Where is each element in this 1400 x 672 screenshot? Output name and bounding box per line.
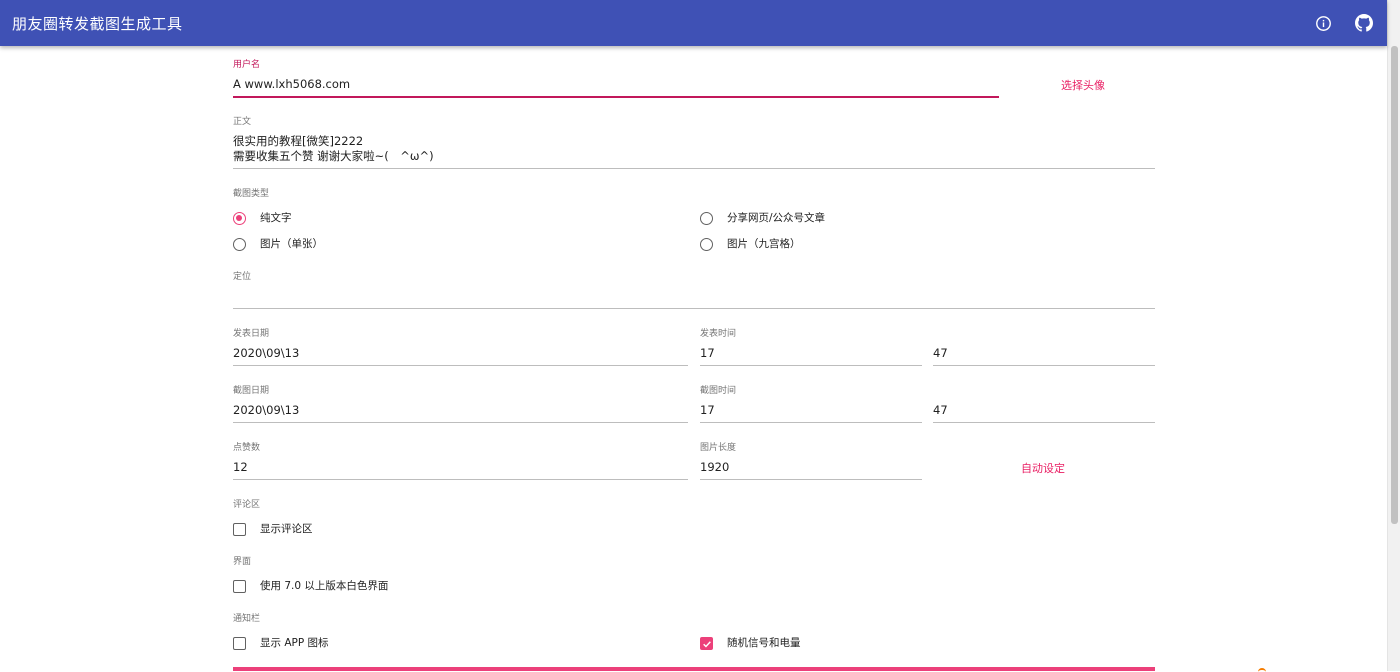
body-line-1: 很实用的教程[微笑]2222	[233, 134, 364, 148]
comments-label: 评论区	[233, 500, 261, 510]
image-length-label: 图片长度	[700, 443, 737, 453]
random-signal-label[interactable]: 随机信号和电量	[727, 637, 801, 650]
post-time-label: 发表时间	[700, 329, 737, 339]
username-underline	[233, 96, 999, 98]
show-comments-checkbox[interactable]	[233, 523, 246, 536]
capture-date-underline	[233, 422, 688, 423]
radio-share-webpage[interactable]	[700, 212, 713, 225]
white-ui-checkbox[interactable]	[233, 580, 246, 593]
radio-single-image[interactable]	[233, 238, 246, 251]
post-date-underline	[233, 365, 688, 366]
post-date-input[interactable]: 2020\09\13	[233, 346, 299, 361]
info-icon[interactable]	[1312, 12, 1334, 34]
likes-label: 点赞数	[233, 443, 261, 453]
radio-text-only[interactable]	[233, 212, 246, 225]
image-length-input[interactable]: 1920	[700, 460, 729, 475]
radio-single-image-label[interactable]: 图片（单张）	[260, 238, 323, 251]
username-input[interactable]: A www.lxh5068.com	[233, 77, 350, 92]
post-minute-underline	[933, 365, 1155, 366]
capture-time-label: 截图时间	[700, 386, 737, 396]
image-length-underline	[700, 479, 922, 480]
app-title: 朋友圈转发截图生成工具	[12, 15, 183, 33]
fab-edge[interactable]	[1258, 668, 1266, 672]
radio-nine-grid[interactable]	[700, 238, 713, 251]
statusbar-label: 通知栏	[233, 614, 261, 624]
interface-label: 界面	[233, 557, 252, 567]
select-avatar-button[interactable]: 选择头像	[1061, 77, 1105, 93]
random-signal-checkbox[interactable]	[700, 637, 713, 650]
capture-date-input[interactable]: 2020\09\13	[233, 403, 299, 418]
capture-hour-underline	[700, 422, 922, 423]
post-date-label: 发表日期	[233, 329, 270, 339]
radio-share-webpage-label[interactable]: 分享网页/公众号文章	[727, 212, 825, 225]
app-bar: 朋友圈转发截图生成工具	[0, 0, 1387, 46]
likes-underline	[233, 479, 688, 480]
scrollbar[interactable]	[1387, 0, 1400, 671]
post-minute-input[interactable]: 47	[933, 346, 948, 361]
screenshot-type-label: 截图类型	[233, 189, 270, 199]
scrollbar-thumb[interactable]	[1391, 46, 1398, 524]
capture-date-label: 截图日期	[233, 386, 270, 396]
body-underline	[233, 168, 1155, 169]
radio-text-only-label[interactable]: 纯文字	[260, 212, 292, 225]
auto-set-button[interactable]: 自动设定	[1021, 460, 1065, 476]
post-hour-input[interactable]: 17	[700, 346, 715, 361]
location-input[interactable]	[233, 289, 1155, 305]
radio-nine-grid-label[interactable]: 图片（九宫格）	[727, 238, 801, 251]
username-label: 用户名	[233, 60, 261, 70]
body-label: 正文	[233, 117, 252, 127]
github-icon[interactable]	[1353, 12, 1375, 34]
white-ui-label[interactable]: 使用 7.0 以上版本白色界面	[260, 580, 388, 593]
show-app-icon-label[interactable]: 显示 APP 图标	[260, 637, 329, 650]
show-comments-label[interactable]: 显示评论区	[260, 523, 313, 536]
capture-hour-input[interactable]: 17	[700, 403, 715, 418]
show-app-icon-checkbox[interactable]	[233, 637, 246, 650]
likes-input[interactable]: 12	[233, 460, 248, 475]
post-hour-underline	[700, 365, 922, 366]
capture-minute-input[interactable]: 47	[933, 403, 948, 418]
location-underline	[233, 308, 1155, 309]
body-line-2: 需要收集五个赞 谢谢大家啦~( ^ω^)	[233, 149, 434, 163]
location-label: 定位	[233, 272, 252, 282]
generate-button[interactable]	[233, 667, 1155, 671]
capture-minute-underline	[933, 422, 1155, 423]
